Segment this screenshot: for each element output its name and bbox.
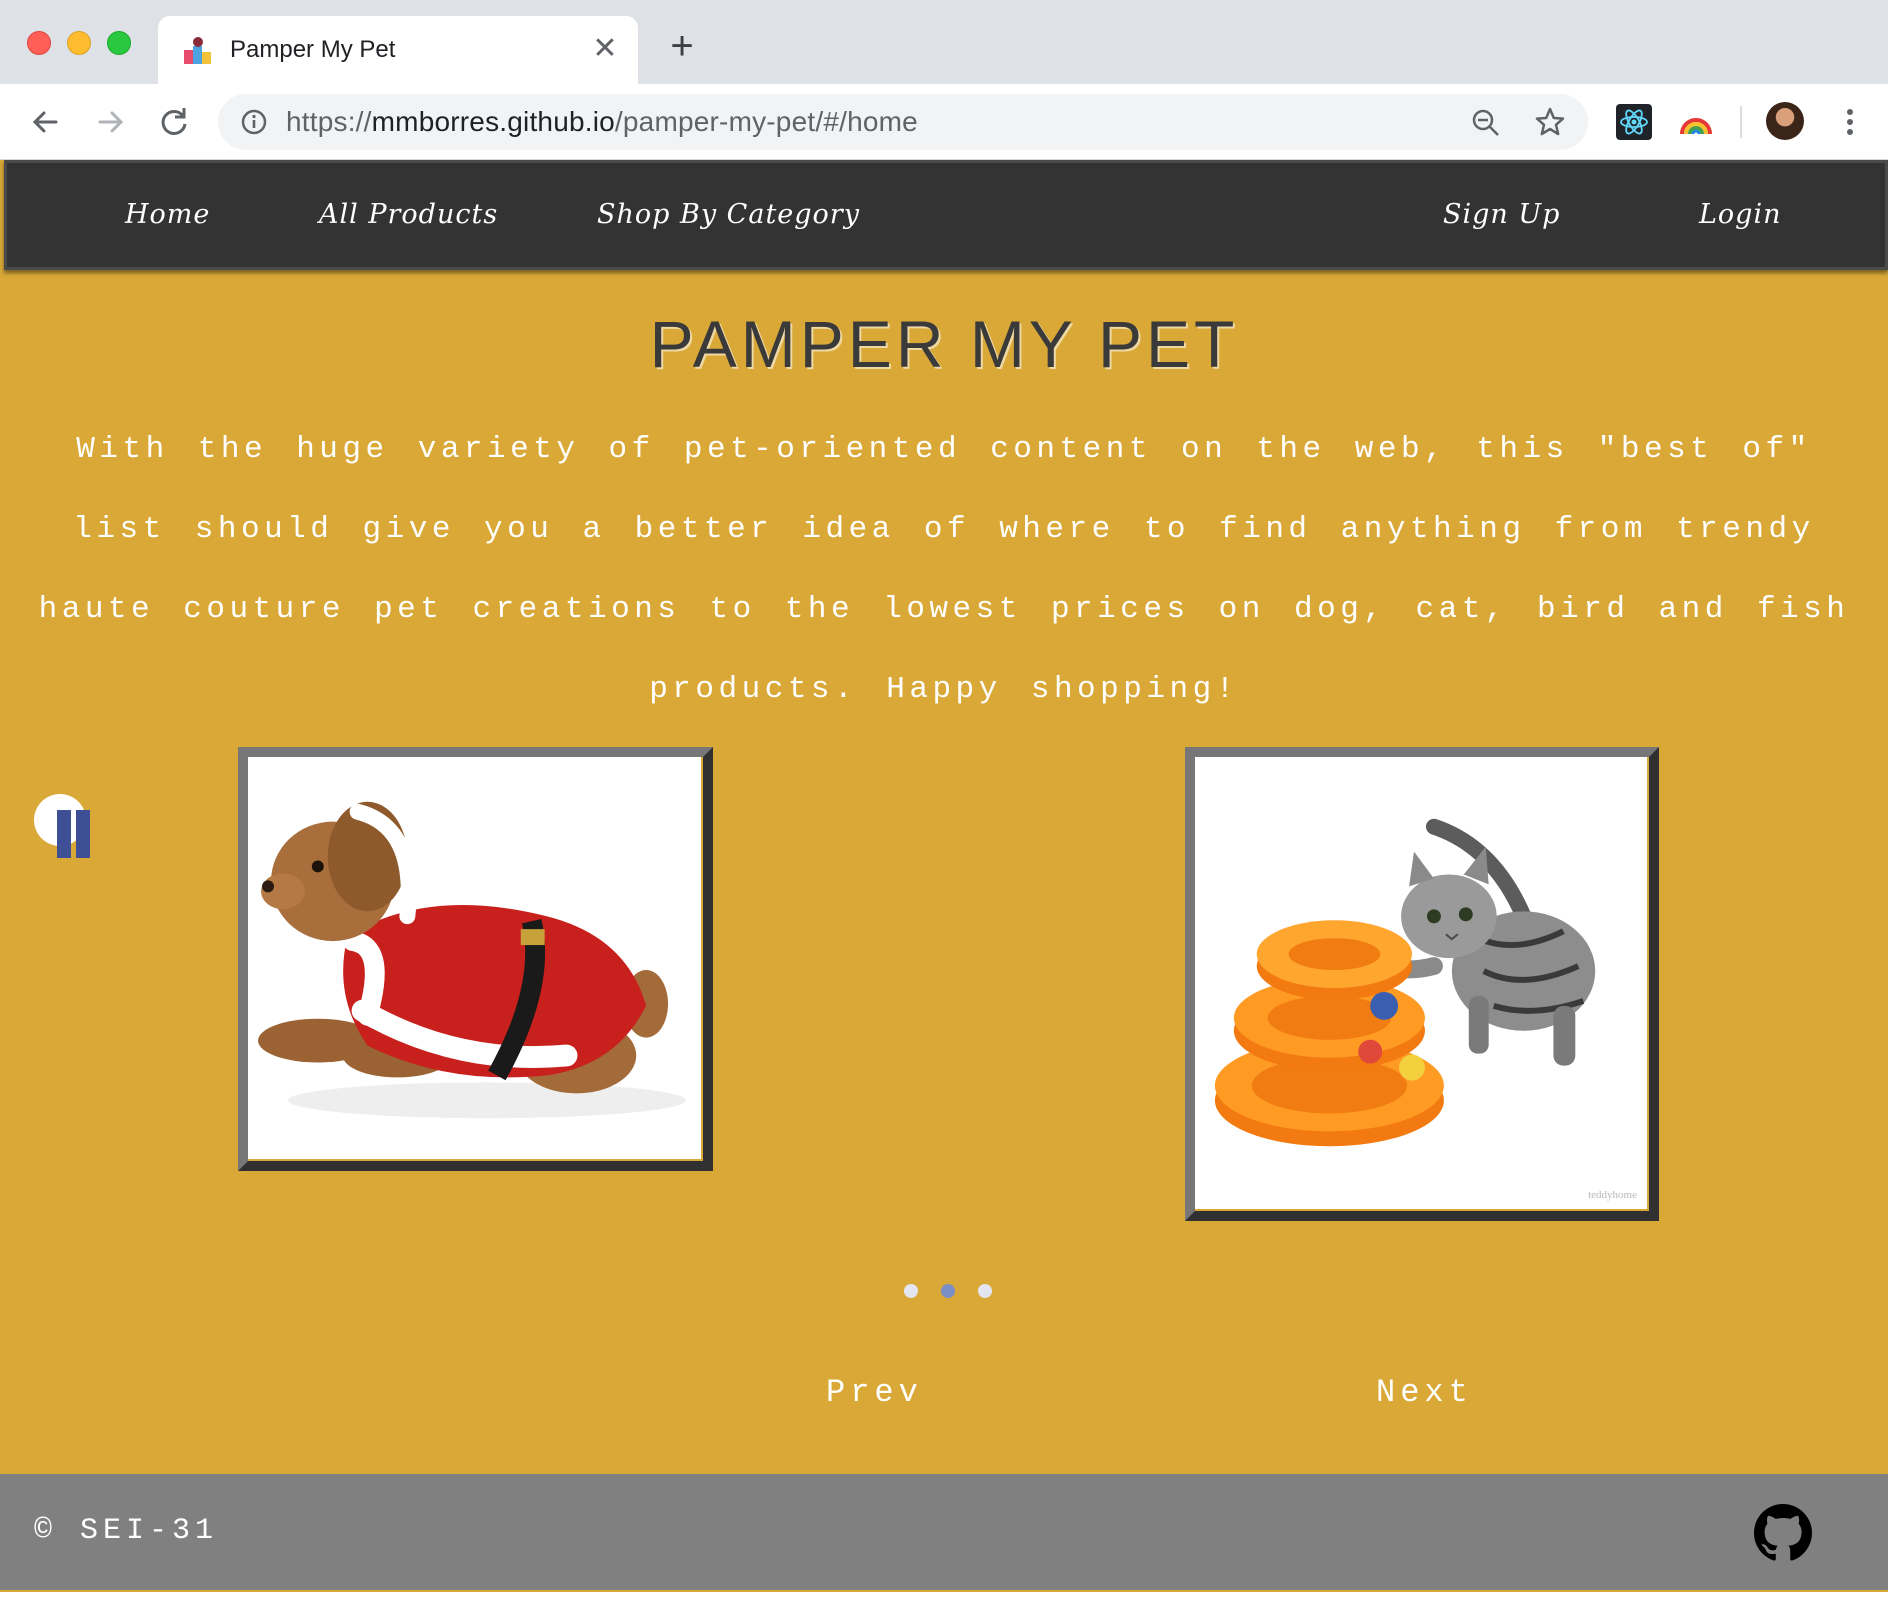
nav-home-link[interactable]: Home [125, 199, 210, 230]
url-text[interactable]: https://mmborres.github.io/pamper-my-pet… [286, 106, 918, 138]
nav-login-link[interactable]: Login [1699, 199, 1782, 230]
window-close-button[interactable] [27, 31, 51, 55]
carousel-prev-button[interactable]: Prev [826, 1374, 923, 1411]
carousel-slide-dog[interactable] [238, 747, 713, 1171]
carousel-next-button[interactable]: Next [1376, 1374, 1473, 1411]
window-zoom-button[interactable] [107, 31, 131, 55]
github-icon[interactable] [1754, 1504, 1812, 1562]
zoom-out-icon[interactable] [1470, 107, 1502, 139]
slide-image-frame [248, 757, 703, 1161]
carousel-dot[interactable] [904, 1284, 918, 1298]
carousel-dot[interactable] [978, 1284, 992, 1298]
page-bottom-edge [0, 1592, 1888, 1604]
image-watermark: teddyhome [1588, 1189, 1637, 1201]
forward-icon[interactable] [90, 102, 130, 142]
favicon-icon [184, 37, 211, 64]
footer: © SEI-31 [0, 1474, 1888, 1590]
rainbow-extension-icon[interactable] [1678, 104, 1714, 140]
carousel-indicators [0, 1284, 1888, 1298]
browser-tab[interactable]: Pamper My Pet ✕ [158, 16, 638, 84]
bookmark-star-icon[interactable] [1534, 106, 1566, 138]
slide-image-frame: teddyhome [1195, 757, 1649, 1211]
page-title: PAMPER MY PET [649, 307, 1239, 381]
carousel-dot-active[interactable] [941, 1284, 955, 1298]
nav-all-products-link[interactable]: All Products [319, 199, 498, 230]
address-bar[interactable]: https://mmborres.github.io/pamper-my-pet… [218, 94, 1588, 150]
browser-tab-strip: Pamper My Pet ✕ + [0, 0, 1888, 84]
url-path: /pamper-my-pet/#/home [614, 106, 918, 137]
profile-avatar[interactable] [1766, 102, 1804, 140]
react-devtools-icon[interactable] [1616, 104, 1652, 140]
info-icon[interactable] [240, 108, 268, 136]
dog-costume-image [248, 757, 701, 1159]
tab-title: Pamper My Pet [230, 36, 396, 63]
nav-shop-by-category-link[interactable]: Shop By Category [597, 199, 860, 230]
reload-icon[interactable] [154, 102, 194, 142]
hero-description: With the huge variety of pet-oriented co… [38, 432, 1850, 707]
back-icon[interactable] [26, 102, 66, 142]
nav-sign-up-link[interactable]: Sign Up [1443, 199, 1560, 230]
cat-toy-image [1195, 757, 1647, 1209]
new-tab-button[interactable]: + [662, 26, 702, 68]
window-minimize-button[interactable] [67, 31, 91, 55]
copyright-text: © SEI-31 [34, 1514, 219, 1548]
navbar: Home All Products Shop By Category Sign … [4, 160, 1888, 270]
browser-toolbar: https://mmborres.github.io/pamper-my-pet… [0, 84, 1888, 160]
menu-dots-icon[interactable] [1840, 104, 1860, 140]
url-scheme: https:// [286, 106, 372, 137]
page-body: Home All Products Shop By Category Sign … [0, 160, 1888, 1592]
url-host: mmborres.github.io [371, 106, 615, 137]
carousel-slide-cat[interactable]: teddyhome [1185, 747, 1659, 1221]
tab-close-icon[interactable]: ✕ [590, 34, 620, 64]
toolbar-divider [1740, 106, 1742, 138]
carousel-pause-icon[interactable] [34, 794, 96, 860]
